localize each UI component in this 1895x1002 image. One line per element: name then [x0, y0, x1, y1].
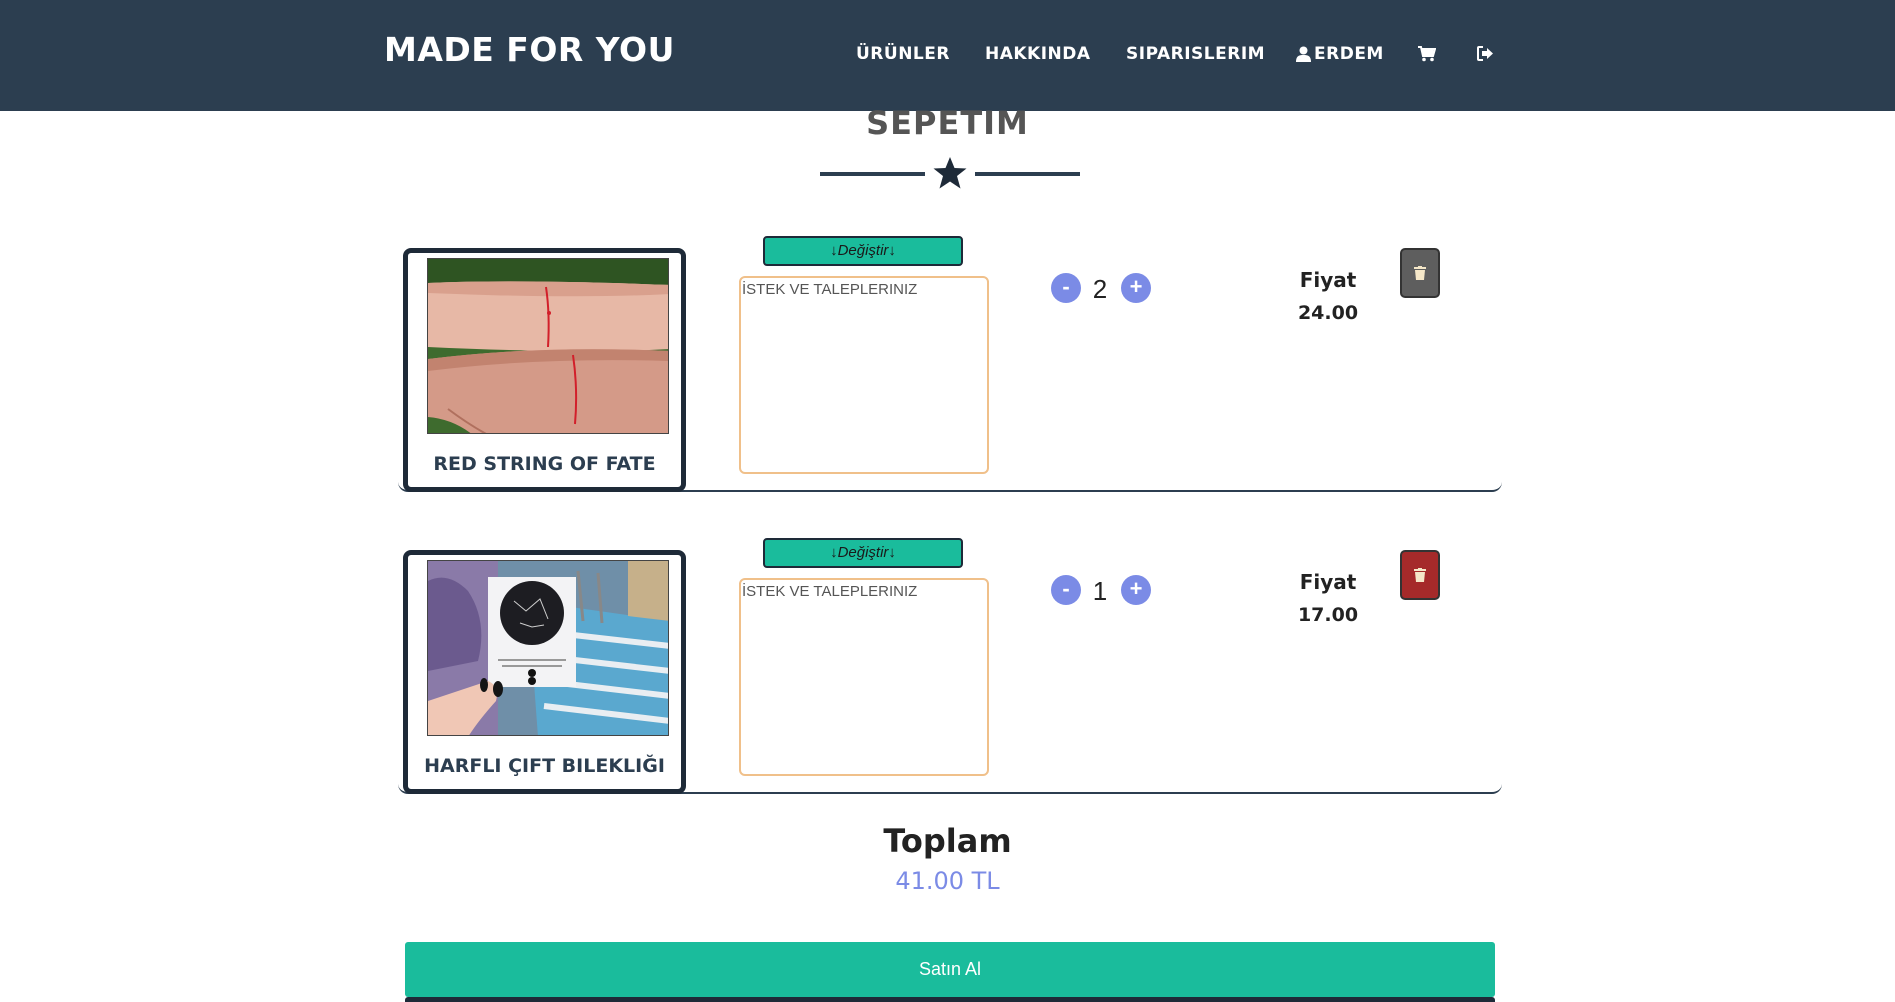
product-name: HARFLI ÇIFT BILEKLIĞI: [424, 755, 665, 777]
request-textarea[interactable]: [739, 578, 989, 776]
divider-line-right: [975, 172, 1080, 176]
user-icon: [1296, 46, 1311, 62]
bottom-edge: [405, 997, 1495, 1002]
buy-button[interactable]: Satın Al: [405, 942, 1495, 997]
cart-icon: [1418, 46, 1436, 62]
nav-logout[interactable]: [1477, 46, 1494, 61]
page-title: SEPETIM: [866, 104, 1029, 142]
trash-icon: [1414, 568, 1426, 582]
request-textarea[interactable]: [739, 276, 989, 474]
qty-increase-button[interactable]: +: [1121, 575, 1151, 605]
nav-user-label: ERDEM: [1314, 44, 1384, 64]
nav-orders[interactable]: SIPARISLERIM: [1126, 44, 1265, 64]
product-image: [427, 258, 669, 434]
price-value: 24.00: [1297, 302, 1359, 324]
logout-icon: [1477, 46, 1493, 61]
total-value: 41.00 TL: [895, 867, 1000, 895]
brand-logo[interactable]: MADE FOR YOU: [384, 30, 675, 69]
price-value: 17.00: [1297, 604, 1359, 626]
qty-decrease-button[interactable]: -: [1051, 575, 1081, 605]
price-label: Fiyat: [1299, 268, 1357, 292]
product-image: [427, 560, 669, 736]
product-card[interactable]: RED STRING OF FATE: [403, 248, 686, 492]
total-label: Toplam: [883, 822, 1012, 860]
nav-orders-label: SIPARISLERIM: [1126, 44, 1266, 64]
nav-cart[interactable]: [1418, 46, 1436, 62]
qty-value: 1: [1092, 576, 1108, 606]
product-name: RED STRING OF FATE: [433, 453, 656, 475]
nav-products-label: ÜRÜNLER: [856, 44, 950, 64]
nav-user[interactable]: ERDEM: [1296, 44, 1384, 64]
navbar: MADE FOR YOU ÜRÜNLER HAKKINDA SIPARISLER…: [0, 0, 1895, 111]
nav-about-label: HAKKINDA: [985, 44, 1091, 64]
nav-about[interactable]: HAKKINDA: [985, 44, 1091, 64]
nav-products[interactable]: ÜRÜNLER: [856, 44, 950, 64]
title-divider: [820, 156, 1080, 192]
divider-line-left: [820, 172, 925, 176]
delete-button[interactable]: [1400, 550, 1440, 600]
qty-increase-button[interactable]: +: [1121, 273, 1151, 303]
qty-decrease-button[interactable]: -: [1051, 273, 1081, 303]
product-card[interactable]: HARFLI ÇIFT BILEKLIĞI: [403, 550, 686, 794]
trash-icon: [1414, 266, 1426, 280]
delete-button[interactable]: [1400, 248, 1440, 298]
cart-item: HARFLI ÇIFT BILEKLIĞI ↓Değiştir↓ - 1 + F…: [398, 528, 1502, 794]
star-icon: [933, 157, 967, 189]
change-button[interactable]: ↓Değiştir↓: [763, 538, 963, 568]
cart-item: RED STRING OF FATE ↓Değiştir↓ - 2 + Fiya…: [398, 226, 1502, 492]
qty-value: 2: [1092, 274, 1108, 304]
price-label: Fiyat: [1299, 570, 1357, 594]
change-button[interactable]: ↓Değiştir↓: [763, 236, 963, 266]
